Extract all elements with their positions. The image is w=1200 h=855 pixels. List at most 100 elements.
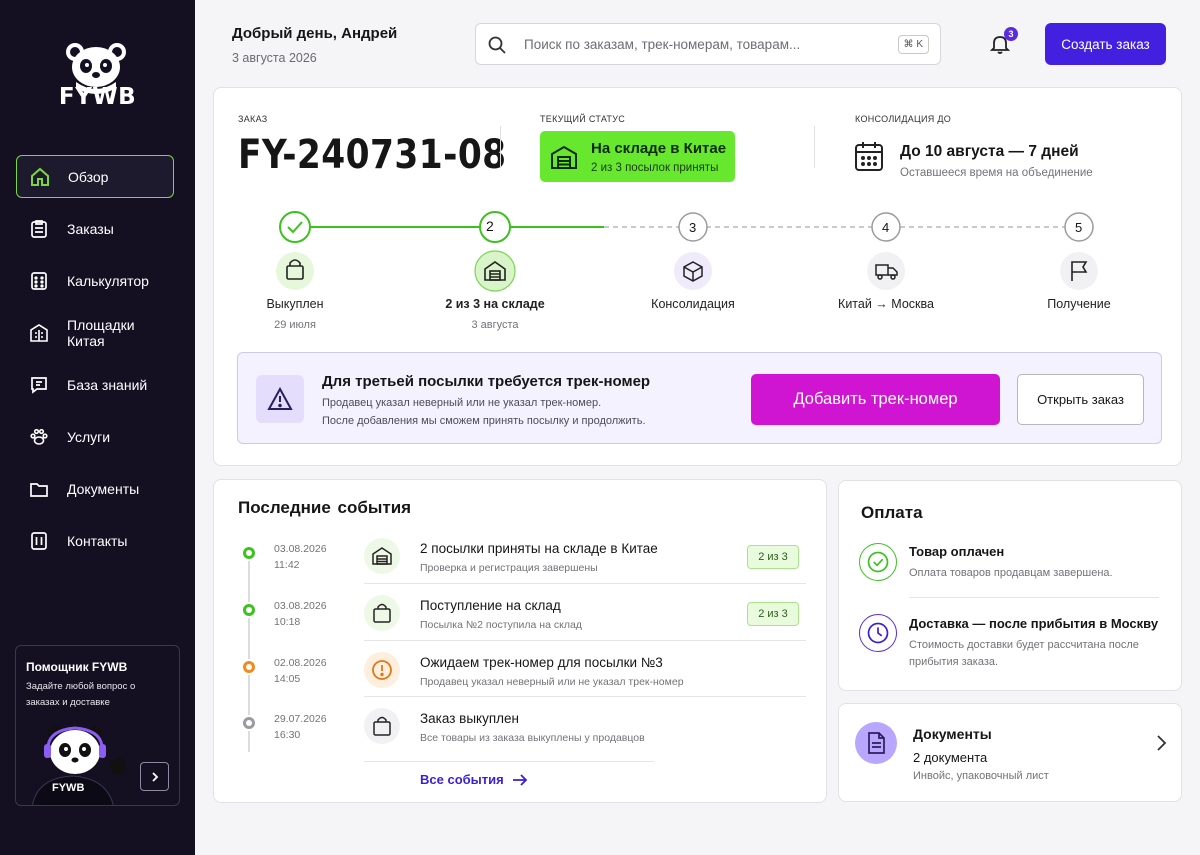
- contacts-icon: [28, 530, 50, 552]
- documents-subtitle: Инвойс, упаковочный лист: [913, 770, 1049, 782]
- event-date: 03.08.2026 10:18: [274, 600, 327, 628]
- step-4-number: 4: [882, 220, 890, 235]
- event-row[interactable]: 03.08.2026 11:42 2 посылки приняты на скл…: [214, 538, 828, 595]
- sidebar: FYWB Обзор Заказы Калькулятор Площадки К…: [0, 0, 195, 855]
- current-date: 3 августа 2026: [232, 51, 317, 65]
- step-2-number: 2: [486, 218, 494, 234]
- sidebar-item-services[interactable]: Услуги: [16, 415, 174, 458]
- event-subtitle: Все товары из заказа выкуплены у продавц…: [420, 732, 645, 744]
- events-card: Последние события 03.08.2026 11:42 2 посы…: [213, 479, 827, 803]
- status-badge: На складе в Китае 2 из 3 посылок приняты: [540, 131, 735, 182]
- step-1-marker: [279, 211, 311, 243]
- event-row[interactable]: 03.08.2026 10:18 Поступление на склад Пос…: [214, 595, 828, 652]
- calendar-icon: [855, 142, 883, 171]
- sidebar-item-label: Контакты: [67, 532, 128, 549]
- alert-circle-icon: [364, 652, 400, 688]
- check-circle-icon: [859, 543, 897, 581]
- alert-text: Продавец указал неверный или не указал т…: [322, 397, 602, 409]
- event-row[interactable]: 02.08.2026 14:05 Ожидаем трек-номер для п…: [214, 652, 828, 709]
- open-order-button[interactable]: Открыть заказ: [1017, 374, 1144, 425]
- divider: [364, 761, 654, 762]
- status-label: ТЕКУЩИЙ СТАТУС: [540, 114, 626, 124]
- event-status-dot: [241, 659, 257, 675]
- search-shortcut: ⌘ K: [897, 35, 929, 54]
- all-events-link[interactable]: Все события: [420, 772, 528, 787]
- assistant-open-button[interactable]: [140, 762, 169, 791]
- step-3-label: Консолидация: [651, 297, 735, 311]
- order-label: ЗАКАЗ: [238, 114, 268, 124]
- warehouse-icon: [551, 145, 577, 169]
- event-count-badge: 2 из 3: [747, 602, 799, 626]
- sidebar-item-label: Заказы: [67, 220, 114, 237]
- assistant-card[interactable]: Помощник FYWB Задайте любой вопрос о зак…: [15, 645, 180, 806]
- divider: [364, 696, 806, 697]
- assistant-title: Помощник FYWB: [26, 660, 128, 674]
- event-title: Заказ выкуплен: [420, 711, 519, 726]
- divider: [909, 597, 1159, 598]
- sidebar-item-label: Услуги: [67, 428, 111, 445]
- home-icon: [29, 166, 51, 188]
- payment-item-title: Доставка — после прибытия в Москву: [909, 616, 1159, 631]
- documents-title: Документы: [913, 726, 992, 742]
- event-status-dot: [241, 602, 257, 618]
- event-row[interactable]: 29.07.2026 16:30 Заказ выкуплен Все товар…: [214, 708, 828, 765]
- sidebar-item-label: Обзор: [68, 168, 109, 185]
- sidebar-item-documents[interactable]: Документы: [16, 467, 174, 510]
- event-subtitle: Посылка №2 поступила на склад: [420, 619, 582, 631]
- step-3-number: 3: [689, 220, 697, 235]
- sidebar-item-overview[interactable]: Обзор: [16, 155, 174, 198]
- document-icon: [855, 722, 897, 764]
- event-date: 02.08.2026 14:05: [274, 657, 327, 685]
- event-count-badge: 2 из 3: [747, 545, 799, 569]
- step-5-number: 5: [1075, 220, 1083, 235]
- step-2-label: 2 из 3 на складе: [445, 297, 545, 311]
- create-order-button[interactable]: Создать заказ: [1045, 23, 1166, 65]
- calculator-icon: [28, 270, 50, 292]
- step-1-date: 29 июля: [274, 319, 316, 331]
- folder-icon: [28, 478, 50, 500]
- sidebar-item-label: База знаний: [67, 376, 148, 393]
- sidebar-item-orders[interactable]: Заказы: [16, 207, 174, 250]
- order-card: ЗАКАЗ FY-240731-08 ТЕКУЩИЙ СТАТУС На скл…: [213, 87, 1182, 466]
- clock-icon: [859, 614, 897, 652]
- consolidation-label: КОНСОЛИДАЦИЯ ДО: [855, 114, 952, 124]
- building-icon: [28, 322, 50, 344]
- step-5-label: Получение: [1047, 297, 1111, 311]
- order-number: FY-240731-08: [238, 132, 507, 178]
- step-1-label: Выкуплен: [266, 297, 324, 311]
- event-date: 03.08.2026 11:42: [274, 543, 327, 571]
- sidebar-item-label: Площадки Китая: [67, 316, 135, 349]
- status-title: На складе в Китае: [591, 140, 727, 157]
- bag-icon: [364, 708, 400, 744]
- step-2-marker: [479, 211, 511, 243]
- arrow-right-icon: [512, 773, 527, 786]
- add-track-number-button[interactable]: Добавить трек-номер: [751, 374, 1000, 425]
- payment-item-subtitle: Стоимость доставки будет рассчитана посл…: [909, 639, 1139, 668]
- sidebar-item-contacts[interactable]: Контакты: [16, 519, 174, 562]
- sidebar-item-china-platforms[interactable]: Площадки Китая: [16, 311, 174, 354]
- payment-item-subtitle: Оплата товаров продавцам завершена.: [909, 567, 1113, 579]
- divider: [500, 126, 501, 168]
- track-number-alert: Для третьей посылки требуется трек-номер…: [237, 352, 1162, 444]
- all-events-label: Все события: [420, 772, 504, 787]
- chevron-right-icon[interactable]: [1155, 734, 1167, 752]
- search-input[interactable]: Поиск по заказам, трек-номерам, товарам.…: [475, 23, 941, 65]
- warehouse-icon: [364, 538, 400, 574]
- consolidation-deadline: До 10 августа — 7 дней: [900, 143, 1079, 160]
- step-2-date: 3 августа: [471, 319, 519, 331]
- sidebar-item-calculator[interactable]: Калькулятор: [16, 259, 174, 302]
- divider: [364, 583, 806, 584]
- payment-item-title: Товар оплачен: [909, 544, 1005, 559]
- documents-count: 2 документа: [913, 750, 988, 765]
- step-4-label: Китай → Москва: [838, 297, 934, 311]
- sidebar-item-knowledge-base[interactable]: База знаний: [16, 363, 174, 406]
- clipboard-icon: [28, 218, 50, 240]
- event-subtitle: Проверка и регистрация завершены: [420, 562, 598, 574]
- search-icon: [488, 36, 506, 54]
- brand-logo-text: FYWB: [58, 84, 137, 110]
- sidebar-item-label: Калькулятор: [67, 272, 149, 289]
- event-date: 29.07.2026 16:30: [274, 713, 327, 741]
- documents-card[interactable]: Документы 2 документа Инвойс, упаковочны…: [838, 703, 1182, 802]
- divider: [814, 126, 815, 168]
- status-subtitle: 2 из 3 посылок приняты: [591, 162, 719, 174]
